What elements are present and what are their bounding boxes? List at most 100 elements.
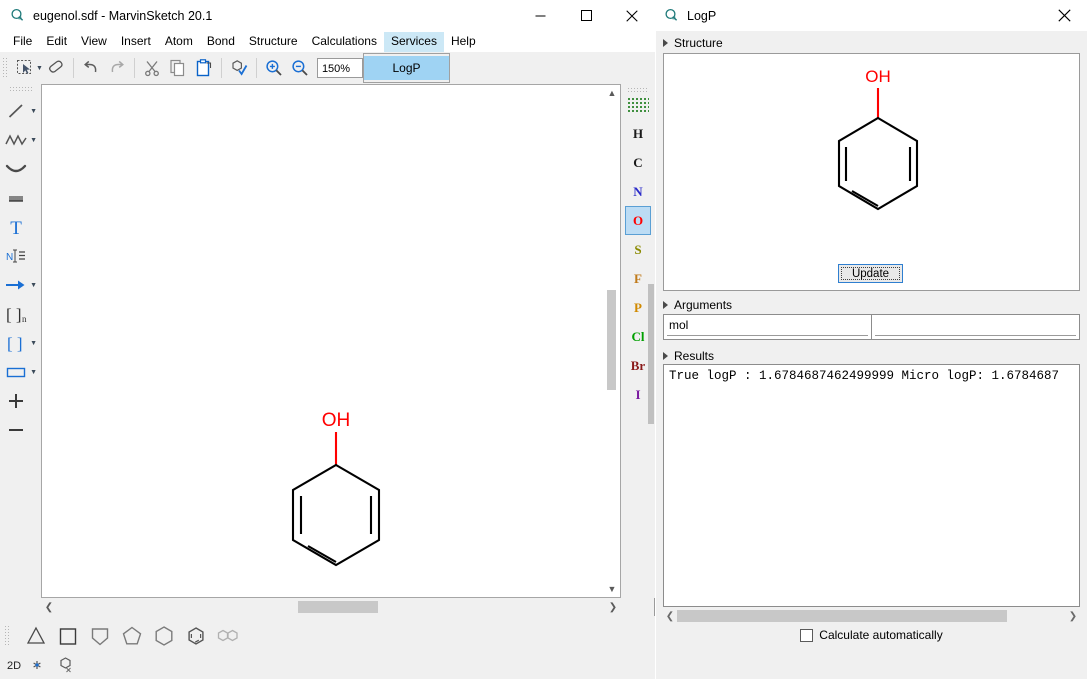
logp-close-button[interactable] (1041, 0, 1087, 31)
menu-file[interactable]: File (6, 32, 39, 52)
vertical-scroll-thumb[interactable] (607, 290, 616, 390)
text-tool[interactable]: T (0, 212, 41, 241)
paste-icon[interactable] (191, 55, 217, 81)
cut-icon[interactable] (139, 55, 165, 81)
section-header-arguments[interactable]: Arguments (656, 295, 1087, 314)
reaction-arrow-caret-icon[interactable]: ▼ (30, 282, 37, 289)
zoom-level-input[interactable]: 150% (317, 58, 363, 78)
scroll-down-arrow[interactable]: ▼ (604, 581, 620, 597)
scroll-left-arrow[interactable]: ❮ (41, 602, 57, 613)
redo-icon[interactable] (104, 55, 130, 81)
window-title: eugenol.sdf - MarvinSketch 20.1 (33, 9, 212, 23)
brackets-tool[interactable]: [ ] ▼ (0, 328, 41, 357)
section-label-arguments: Arguments (674, 298, 732, 312)
calculate-automatically-checkbox[interactable] (800, 629, 813, 642)
scroll-up-arrow[interactable]: ▲ (604, 85, 620, 101)
zoom-in-icon[interactable] (261, 55, 287, 81)
section-header-results[interactable]: Results (656, 346, 1087, 365)
chain-tool[interactable]: ▼ (0, 125, 41, 154)
menu-edit[interactable]: Edit (39, 32, 74, 52)
maximize-button[interactable] (563, 0, 609, 31)
svg-text:n: n (22, 314, 27, 324)
menu-structure[interactable]: Structure (242, 32, 305, 52)
toolbar-drag-grip[interactable] (2, 57, 9, 79)
rectangle-tool[interactable]: ▼ (0, 357, 41, 386)
main-toolbar: ▼ (0, 52, 655, 84)
horizontal-scroll-thumb[interactable] (298, 601, 378, 613)
naphthalene-ring-tool[interactable] (212, 620, 244, 652)
scroll-right-arrow[interactable]: ❯ (605, 602, 621, 613)
canvas-vertical-scrollbar[interactable]: ▲ ▼ (603, 85, 620, 597)
menu-calculations[interactable]: Calculations (305, 32, 384, 52)
element-palette-scroll-thumb[interactable] (648, 284, 654, 424)
close-button[interactable] (609, 0, 655, 31)
structure-check-icon[interactable] (226, 55, 252, 81)
cyclohexane-ring-tool[interactable] (148, 620, 180, 652)
results-horizontal-scrollbar[interactable]: ❮ ❯ (663, 608, 1080, 624)
template-grid-icon[interactable] (627, 97, 649, 113)
menu-view[interactable]: View (74, 32, 114, 52)
charge-minus-tool[interactable] (0, 415, 41, 444)
zoom-out-icon[interactable] (287, 55, 313, 81)
element-button-c[interactable]: C (625, 148, 651, 177)
element-button-s[interactable]: S (625, 235, 651, 264)
element-palette-drag-grip[interactable] (627, 87, 649, 93)
left-palette-drag-grip[interactable] (9, 86, 33, 92)
plus-icon (4, 389, 28, 413)
ring-toolbar-drag-grip[interactable] (4, 625, 11, 647)
arc-bond-tool[interactable] (0, 154, 41, 183)
sketch-canvas[interactable]: OH ▲ ▼ (41, 84, 621, 598)
update-button[interactable]: Update (838, 264, 903, 283)
results-scroll-thumb[interactable] (677, 610, 1007, 622)
single-bond-caret-icon[interactable]: ▼ (30, 108, 37, 115)
argument-name-cell[interactable]: mol (664, 315, 872, 339)
eraser-icon[interactable] (43, 55, 69, 81)
section-header-structure[interactable]: Structure (656, 33, 1087, 52)
menu-services[interactable]: Services (384, 32, 444, 52)
results-scroll-right-arrow[interactable]: ❯ (1066, 611, 1080, 622)
chevron-right-icon (663, 39, 668, 47)
argument-value-cell[interactable] (872, 315, 1079, 339)
brackets-caret-icon[interactable]: ▼ (30, 340, 37, 347)
canvas-horizontal-scrollbar[interactable]: ❮ ❯ (41, 598, 621, 616)
reaction-arrow-tool[interactable]: ▼ (0, 270, 41, 299)
toolbar-separator (256, 58, 257, 78)
canvas-drawing-area[interactable]: OH (42, 85, 604, 597)
menu-item-logp[interactable]: LogP (364, 56, 449, 80)
results-scroll-left-arrow[interactable]: ❮ (663, 611, 677, 622)
rectangle-caret-icon[interactable]: ▼ (30, 369, 37, 376)
cyclobutane-ring-tool[interactable] (52, 620, 84, 652)
copy-icon[interactable] (165, 55, 191, 81)
structure-preview-box[interactable]: OH Update (663, 53, 1080, 291)
selection-tool-icon[interactable] (12, 55, 38, 81)
cyclopropane-ring-tool[interactable] (20, 620, 52, 652)
ring-template-toolbar (0, 616, 655, 656)
menu-atom[interactable]: Atom (158, 32, 200, 52)
repeating-unit-tool[interactable]: [ ] n (0, 299, 41, 328)
dimension-mode-label[interactable]: 2D (7, 660, 21, 672)
horizontal-scroll-track[interactable] (57, 601, 605, 613)
marvin-app-icon (10, 8, 25, 23)
minimize-button[interactable] (517, 0, 563, 31)
cyclopentane-ring-tool[interactable] (116, 620, 148, 652)
charge-plus-tool[interactable] (0, 386, 41, 415)
benzene-ring-tool[interactable] (180, 620, 212, 652)
menu-insert[interactable]: Insert (114, 32, 158, 52)
clean-structure-icon[interactable] (57, 656, 75, 677)
arguments-table[interactable]: mol (663, 314, 1080, 340)
undo-icon[interactable] (78, 55, 104, 81)
minus-icon (4, 418, 28, 442)
chain-caret-icon[interactable]: ▼ (30, 137, 37, 144)
element-button-n[interactable]: N (625, 177, 651, 206)
menu-help[interactable]: Help (444, 32, 483, 52)
logp-panel: LogP Structure OH Update (656, 0, 1087, 679)
results-scroll-track[interactable] (677, 610, 1066, 622)
results-output-box[interactable]: True logP : 1.6784687462499999 Micro log… (663, 364, 1080, 607)
cyclopentadiene-ring-tool[interactable] (84, 620, 116, 652)
comb-bond-tool[interactable] (0, 183, 41, 212)
single-bond-tool[interactable]: ▼ (0, 96, 41, 125)
element-button-o[interactable]: O (625, 206, 651, 235)
atom-label-tool[interactable]: N (0, 241, 41, 270)
menu-bond[interactable]: Bond (200, 32, 242, 52)
element-button-h[interactable]: H (625, 119, 651, 148)
